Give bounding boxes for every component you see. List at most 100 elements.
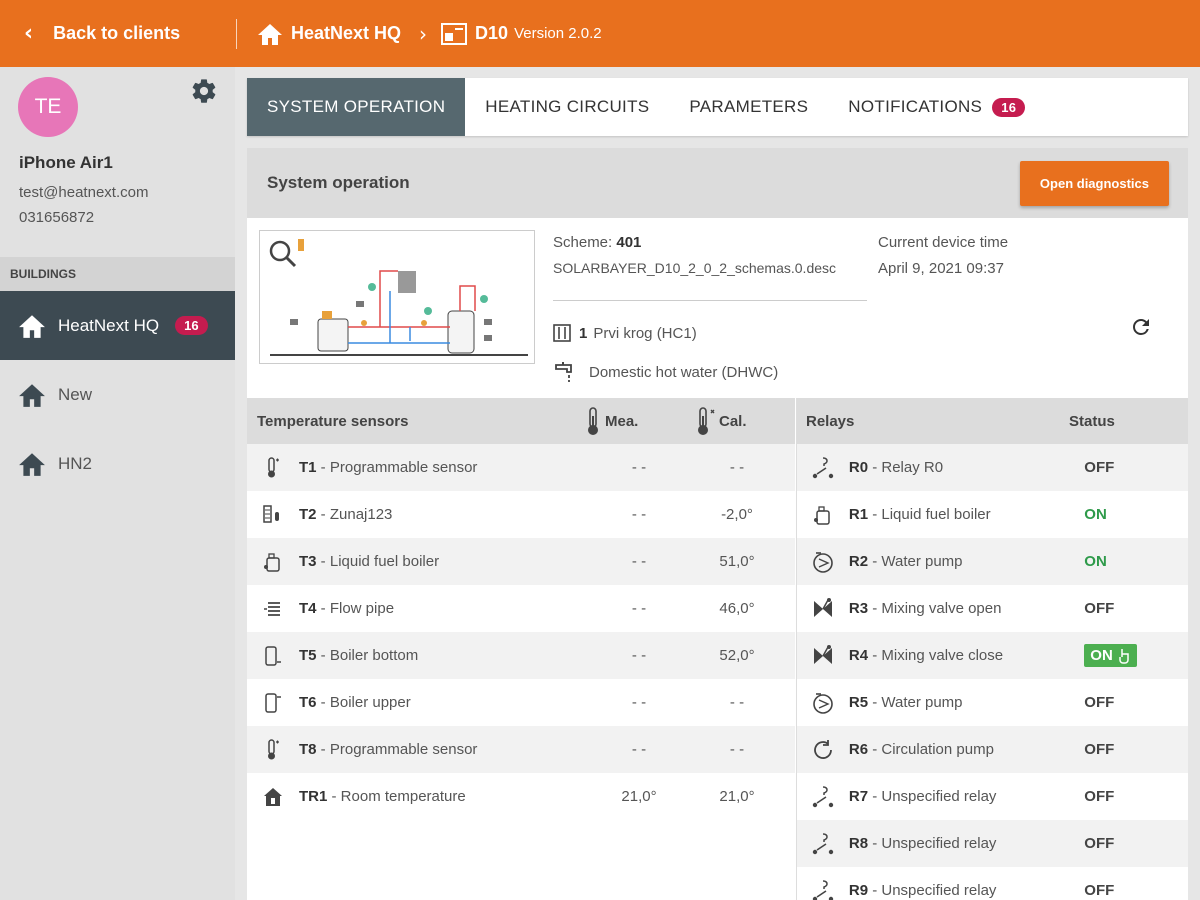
relay-icon [797, 832, 849, 856]
relay-name: R6 - Circulation pump [849, 741, 1068, 758]
home-icon [258, 23, 282, 45]
relay-name: R0 - Relay R0 [849, 459, 1068, 476]
sensor-name: T1 - Programmable sensor [299, 459, 599, 476]
sidebar-item-heatnext-hq[interactable]: HeatNext HQ 16 [0, 291, 235, 360]
tab-heating-circuits[interactable]: HEATING CIRCUITS [465, 78, 669, 136]
relay-label: - Relay R0 [868, 459, 944, 476]
calibrated-value[interactable]: 52,0° [679, 647, 795, 664]
calibrated-value[interactable]: - - [679, 741, 795, 758]
system-operation-panel: System operation Open diagnostics Scheme… [247, 148, 1188, 900]
thermometer-icon [588, 407, 598, 435]
home-icon [19, 314, 45, 338]
tab-notifications[interactable]: NOTIFICATIONS 16 [828, 78, 1045, 136]
relay-status[interactable]: OFF [1068, 835, 1188, 852]
status-text: ON [1090, 647, 1113, 664]
mixing-valve-icon [797, 597, 849, 621]
calibrated-value[interactable]: - - [679, 694, 795, 711]
refresh-icon[interactable] [1129, 315, 1153, 339]
tab-system-operation[interactable]: SYSTEM OPERATION [247, 78, 466, 136]
relay-name: R7 - Unspecified relay [849, 788, 1068, 805]
thermometer-icon [247, 456, 299, 479]
calibrated-value[interactable]: -2,0° [679, 506, 795, 523]
breadcrumb-building[interactable]: HeatNext HQ [257, 22, 401, 46]
home-icon [19, 383, 45, 407]
calibrated-label: Cal. [719, 412, 747, 430]
chevron-right-icon: › [419, 21, 428, 46]
table-row: T3 - Liquid fuel boiler - - 51,0° [247, 538, 795, 585]
sensor-id: T5 [299, 647, 317, 664]
table-row: T2 - Zunaj123 - - -2,0° [247, 491, 795, 538]
relay-label: - Water pump [868, 553, 963, 570]
calibrated-value[interactable]: 21,0° [679, 788, 795, 805]
circuit-number: 1 [579, 324, 588, 342]
table-row: R7 - Unspecified relay OFF [797, 773, 1188, 820]
relay-manual-toggle[interactable]: ON [1084, 644, 1137, 667]
tab-label: NOTIFICATIONS [848, 97, 983, 116]
sensor-label: - Boiler bottom [316, 647, 419, 664]
measured-value: - - [631, 741, 647, 758]
tab-bar: SYSTEM OPERATION HEATING CIRCUITS PARAME… [247, 78, 1188, 136]
sensor-name: TR1 - Room temperature [299, 788, 599, 805]
user-profile: TE iPhone Air1 test@heatnext.com 0316568… [0, 67, 235, 257]
back-label: Back to clients [53, 23, 181, 43]
relay-label: - Mixing valve open [868, 600, 1002, 617]
breadcrumb-device: D10 Version 2.0.2 [441, 22, 602, 45]
sensor-label: - Programmable sensor [316, 459, 478, 476]
profile-email: test@heatnext.com [19, 184, 149, 201]
sensor-name: T8 - Programmable sensor [299, 741, 599, 758]
table-row: R2 - Water pump ON [797, 538, 1188, 585]
relay-label: - Unspecified relay [868, 835, 997, 852]
status-header: Status [1069, 412, 1115, 430]
sensors-header: Temperature sensors [257, 412, 409, 430]
sidebar-item-hn2[interactable]: HN2 [0, 429, 235, 498]
relay-status[interactable]: OFF [1068, 741, 1188, 758]
relay-status[interactable]: OFF [1068, 459, 1188, 476]
sensor-id: T8 [299, 741, 317, 758]
notification-badge: 16 [992, 97, 1026, 117]
temperature-sensors-table: Temperature sensors Mea. Cal. T1 - Progr… [247, 398, 795, 820]
back-to-clients-button[interactable]: ‹ Back to clients [0, 0, 236, 67]
table-row: R8 - Unspecified relay OFF [797, 820, 1188, 867]
profile-name: iPhone Air1 [19, 153, 113, 172]
measured-value: - - [631, 506, 647, 523]
open-diagnostics-button[interactable]: Open diagnostics [1019, 160, 1169, 206]
relay-icon [797, 879, 849, 900]
tab-parameters[interactable]: PARAMETERS [669, 78, 828, 136]
dhw-item: Domestic hot water (DHWC) [553, 360, 778, 384]
notification-badge: 16 [175, 316, 208, 335]
relay-status[interactable]: OFF [1068, 600, 1188, 617]
relay-status[interactable]: OFF [1068, 788, 1188, 805]
relay-status[interactable]: OFF [1068, 694, 1188, 711]
sidebar-item-new[interactable]: New [0, 360, 235, 429]
table-row: R1 - Liquid fuel boiler ON [797, 491, 1188, 538]
relay-id: R1 [848, 506, 869, 523]
relay-status[interactable]: ON [1068, 506, 1188, 523]
controller-icon [441, 22, 468, 45]
relay-rows: R0 - Relay R0 OFF R1 - Liquid fuel boiler O… [797, 444, 1188, 900]
relay-id: R4 [848, 647, 869, 664]
table-header: Relays Status [797, 398, 1188, 444]
calibrated-value[interactable]: 51,0° [679, 553, 795, 570]
relay-name: R8 - Unspecified relay [849, 835, 1068, 852]
relay-status[interactable]: OFF [1068, 882, 1188, 899]
table-row: R9 - Unspecified relay OFF [797, 867, 1188, 900]
measured-value: 21,0° [621, 788, 657, 805]
relay-label: - Unspecified relay [868, 788, 997, 805]
device-time-label: Current device time [878, 234, 1009, 251]
relay-status[interactable]: ON [1068, 644, 1188, 667]
hydraulic-scheme-image[interactable] [259, 230, 535, 364]
sensor-id: T3 [299, 553, 317, 570]
tank-top-icon [247, 692, 299, 714]
calibrated-value[interactable]: - - [679, 459, 795, 476]
avatar[interactable]: TE [18, 77, 78, 137]
sidebar-item-label: HN2 [58, 453, 93, 473]
sensor-label: - Boiler upper [316, 694, 411, 711]
relay-name: R4 - Mixing valve close [849, 647, 1068, 664]
relay-status[interactable]: ON [1068, 553, 1188, 570]
boiler-icon [247, 551, 299, 573]
relay-id: R6 [848, 741, 869, 758]
gear-icon[interactable] [190, 77, 218, 105]
calibrated-value[interactable]: 46,0° [679, 600, 795, 617]
relay-id: R2 [848, 553, 869, 570]
profile-phone: 031656872 [19, 209, 95, 226]
